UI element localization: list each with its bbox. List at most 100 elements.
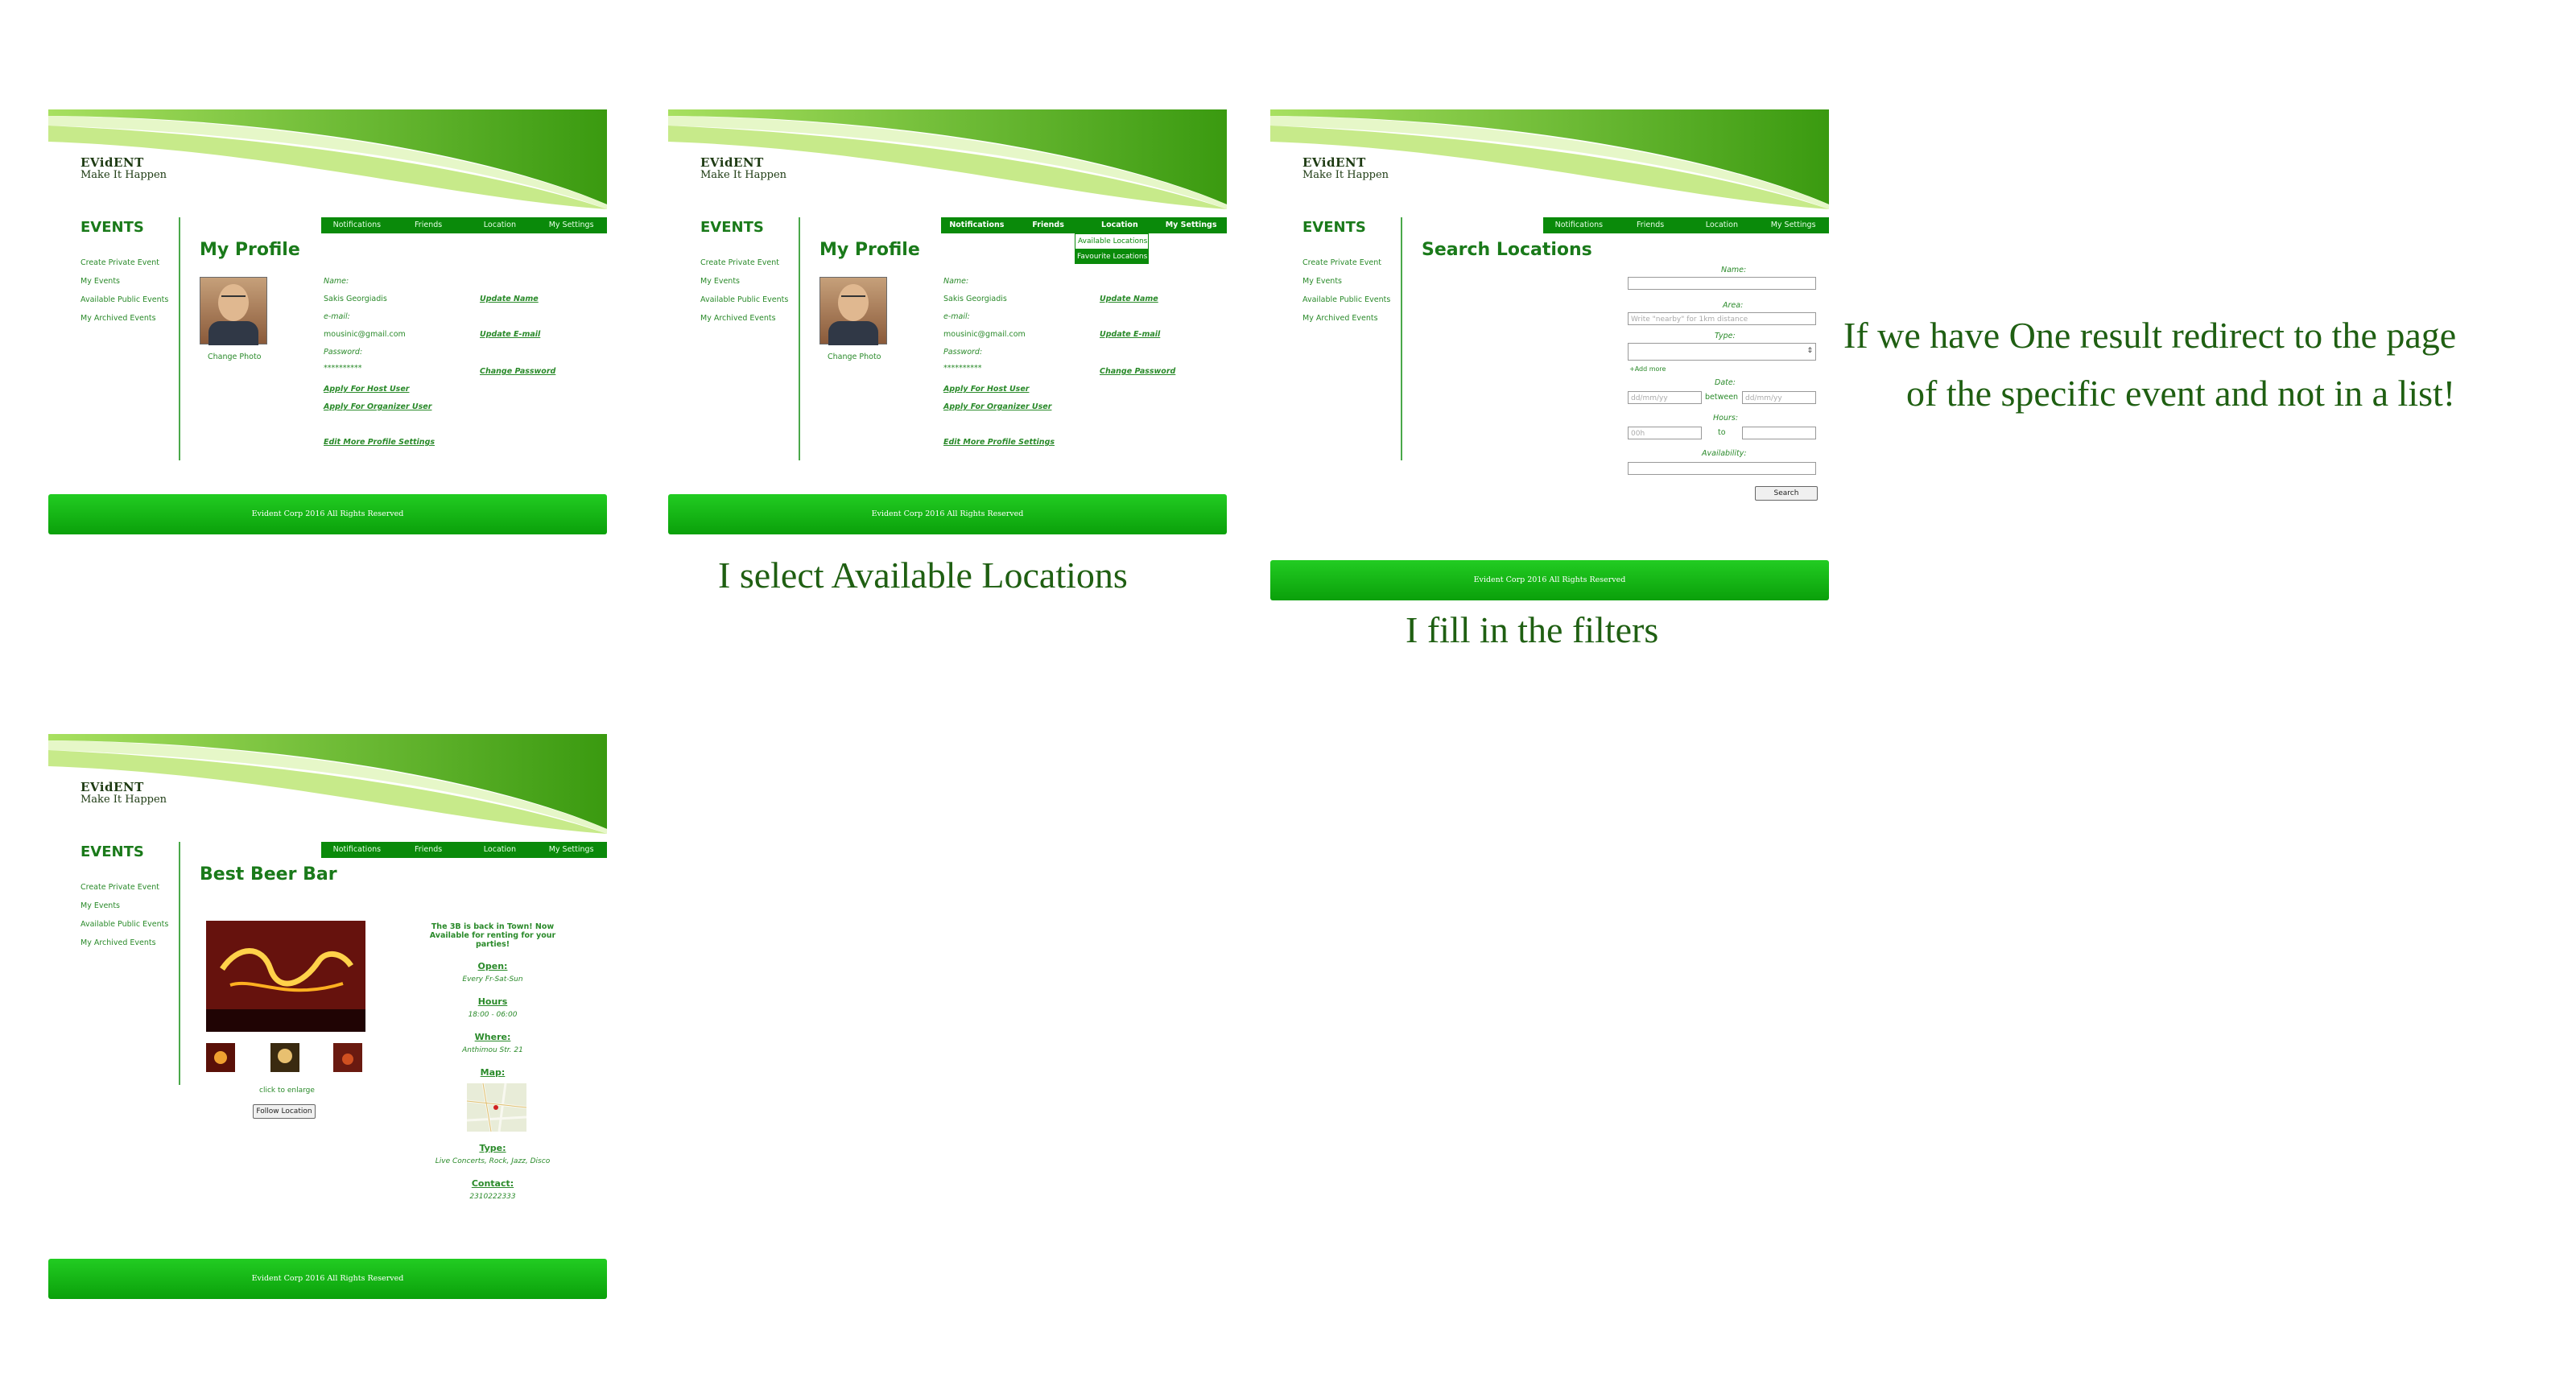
- profile-photo[interactable]: [200, 277, 267, 345]
- type-select[interactable]: ⇕: [1628, 343, 1816, 361]
- top-nav: Notifications Friends Location My Settin…: [941, 217, 1227, 233]
- sidebar-item-my-archived-events[interactable]: My Archived Events: [80, 314, 177, 323]
- nav-notifications[interactable]: Notifications: [941, 217, 1013, 233]
- page-body: EVENTS Create Private Event My Events Av…: [1270, 209, 1829, 600]
- sidebar-item-create-private-event[interactable]: Create Private Event: [1302, 258, 1399, 267]
- edit-more-settings-link[interactable]: Edit More Profile Settings: [324, 438, 435, 447]
- top-nav: Notifications Friends Location My Settin…: [321, 217, 607, 233]
- brand-name: EVidENT: [700, 155, 764, 170]
- nav-friends[interactable]: Friends: [393, 842, 464, 858]
- change-photo-link[interactable]: Change Photo: [828, 353, 881, 361]
- nav-friends[interactable]: Friends: [1615, 217, 1686, 233]
- sidebar-item-available-public-events[interactable]: Available Public Events: [80, 295, 177, 304]
- sidebar-divider: [179, 842, 180, 1085]
- between-label: between: [1705, 393, 1739, 402]
- footer: Evident Corp 2016 All Rights Reserved: [48, 494, 607, 534]
- edit-more-settings-link[interactable]: Edit More Profile Settings: [943, 438, 1055, 447]
- menu-item-available-locations[interactable]: Available Locations: [1075, 233, 1149, 249]
- name-label: Name:: [1721, 266, 1747, 274]
- nav-notifications[interactable]: Notifications: [321, 842, 393, 858]
- sidebar-item-my-events[interactable]: My Events: [1302, 277, 1399, 286]
- change-password-link[interactable]: Change Password: [480, 367, 555, 376]
- nav-notifications[interactable]: Notifications: [321, 217, 393, 233]
- note-line-1: If we have One result redirect to the pa…: [1843, 315, 2457, 356]
- update-email-link[interactable]: Update E-mail: [480, 330, 540, 339]
- brand-name: EVidENT: [80, 780, 144, 794]
- thumbnail-1[interactable]: [206, 1043, 235, 1072]
- availability-label: Availability:: [1702, 449, 1747, 458]
- area-input[interactable]: Write "nearby" for 1km distance: [1628, 312, 1816, 325]
- apply-organizer-link[interactable]: Apply For Organizer User: [943, 402, 1051, 411]
- email-label: e-mail:: [324, 312, 350, 321]
- location-map[interactable]: [467, 1083, 526, 1132]
- sidebar-item-available-public-events[interactable]: Available Public Events: [80, 920, 177, 929]
- search-button[interactable]: Search: [1755, 486, 1818, 501]
- sidebar-item-available-public-events[interactable]: Available Public Events: [700, 295, 797, 304]
- apply-host-link[interactable]: Apply For Host User: [943, 385, 1029, 394]
- availability-input[interactable]: [1628, 462, 1816, 475]
- update-name-link[interactable]: Update Name: [480, 295, 539, 303]
- nav-location[interactable]: Location: [464, 842, 536, 858]
- update-name-link[interactable]: Update Name: [1100, 295, 1158, 303]
- sidebar-item-my-events[interactable]: My Events: [80, 901, 177, 910]
- date-from-input[interactable]: dd/mm/yy: [1628, 391, 1702, 404]
- nav-my-settings[interactable]: My Settings: [535, 842, 607, 858]
- nav-notifications[interactable]: Notifications: [1543, 217, 1615, 233]
- sidebar-item-create-private-event[interactable]: Create Private Event: [80, 258, 177, 267]
- brand[interactable]: EVidENT Make It Happen: [80, 156, 167, 182]
- sidebar-title: EVENTS: [1302, 219, 1366, 236]
- date-to-input[interactable]: dd/mm/yy: [1742, 391, 1816, 404]
- apply-host-link[interactable]: Apply For Host User: [324, 385, 409, 394]
- thumbnail-3[interactable]: [333, 1043, 362, 1072]
- brand-slogan: Make It Happen: [1302, 169, 1389, 181]
- nav-location[interactable]: Location: [1084, 217, 1156, 233]
- apply-organizer-link[interactable]: Apply For Organizer User: [324, 402, 431, 411]
- menu-item-favourite-locations[interactable]: Favourite Locations: [1075, 249, 1149, 264]
- date-label: Date:: [1715, 378, 1736, 387]
- nav-friends[interactable]: Friends: [1013, 217, 1084, 233]
- open-label: Open:: [477, 961, 508, 971]
- brand[interactable]: EVidENT Make It Happen: [80, 781, 167, 806]
- profile-photo[interactable]: [819, 277, 887, 345]
- brand[interactable]: EVidENT Make It Happen: [700, 156, 786, 182]
- top-nav: Notifications Friends Location My Settin…: [321, 842, 607, 858]
- hours-from-input[interactable]: 00h: [1628, 427, 1702, 439]
- update-email-link[interactable]: Update E-mail: [1100, 330, 1160, 339]
- hours-to-input[interactable]: [1742, 427, 1816, 439]
- sidebar-item-create-private-event[interactable]: Create Private Event: [700, 258, 797, 267]
- name-input[interactable]: [1628, 277, 1816, 290]
- nav-my-settings[interactable]: My Settings: [535, 217, 607, 233]
- nav-location[interactable]: Location: [1686, 217, 1758, 233]
- page-title: Search Locations: [1422, 240, 1592, 260]
- sidebar-item-my-archived-events[interactable]: My Archived Events: [80, 938, 177, 947]
- name-value: Sakis Georgiadis: [324, 295, 387, 303]
- follow-location-button[interactable]: Follow Location: [253, 1104, 316, 1119]
- nav-friends[interactable]: Friends: [393, 217, 464, 233]
- panel-location-dropdown: EVidENT Make It Happen EVENTS Create Pri…: [668, 109, 1227, 534]
- sidebar-item-my-archived-events[interactable]: My Archived Events: [700, 314, 797, 323]
- sidebar-item-available-public-events[interactable]: Available Public Events: [1302, 295, 1399, 304]
- add-more-link[interactable]: +Add more: [1629, 365, 1666, 373]
- hours-label: Hours:: [1713, 414, 1739, 423]
- change-photo-link[interactable]: Change Photo: [208, 353, 262, 361]
- to-label: to: [1718, 428, 1726, 437]
- sidebar-item-my-archived-events[interactable]: My Archived Events: [1302, 314, 1399, 323]
- sidebar-item-my-events[interactable]: My Events: [700, 277, 797, 286]
- password-value: **********: [943, 364, 982, 373]
- location-main-photo[interactable]: [206, 921, 365, 1032]
- sidebar-item-my-events[interactable]: My Events: [80, 277, 177, 286]
- brand[interactable]: EVidENT Make It Happen: [1302, 156, 1389, 182]
- map-label: Map:: [480, 1067, 506, 1078]
- sidebar-item-create-private-event[interactable]: Create Private Event: [80, 883, 177, 892]
- thumbnail-2[interactable]: [270, 1043, 299, 1072]
- brand-slogan: Make It Happen: [700, 169, 787, 181]
- nav-location[interactable]: Location: [464, 217, 536, 233]
- sidebar-title: EVENTS: [700, 219, 764, 236]
- nav-my-settings[interactable]: My Settings: [1155, 217, 1227, 233]
- panel-location-detail: EVidENT Make It Happen EVENTS Create Pri…: [48, 734, 607, 1310]
- sidebar-divider: [179, 217, 180, 460]
- where-label: Where:: [474, 1032, 511, 1042]
- change-password-link[interactable]: Change Password: [1100, 367, 1175, 376]
- header-banner: EVidENT Make It Happen: [1270, 109, 1829, 209]
- nav-my-settings[interactable]: My Settings: [1757, 217, 1829, 233]
